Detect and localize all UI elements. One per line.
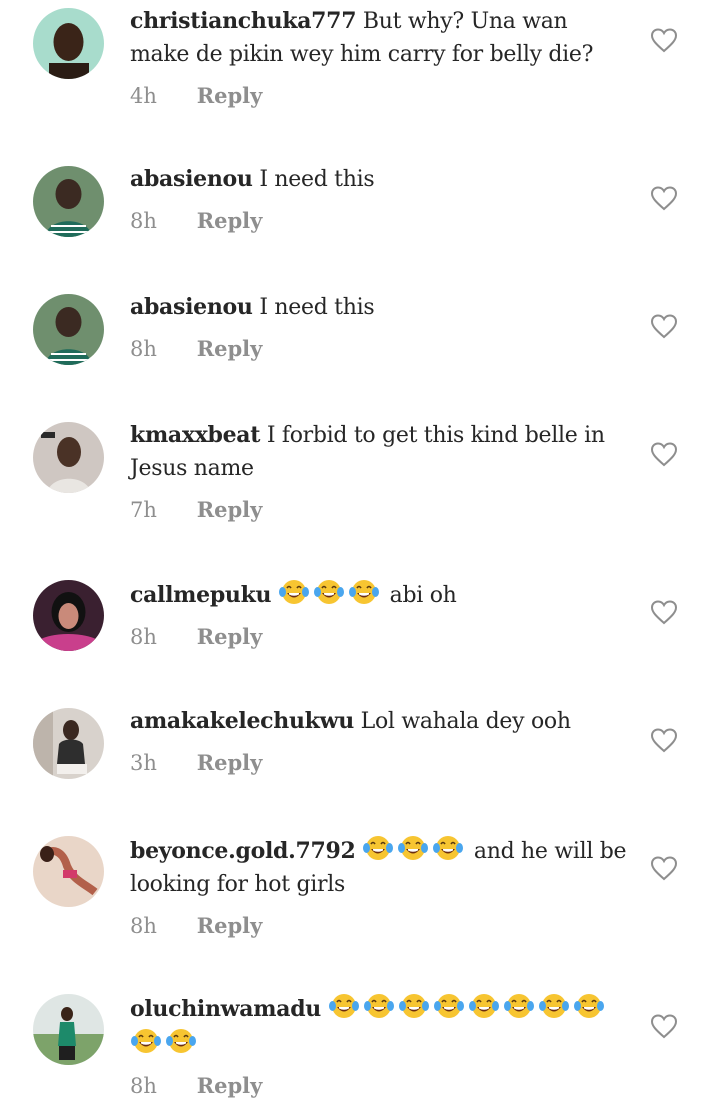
avatar[interactable] — [33, 166, 104, 237]
username-link[interactable]: callmepuku — [130, 582, 272, 608]
comment-text: kmaxxbeat I forbid to get this kind bell… — [130, 419, 630, 485]
comment-meta: 7h Reply — [130, 495, 630, 525]
username-link[interactable]: oluchinwamadu — [130, 996, 321, 1022]
reply-button[interactable]: Reply — [197, 336, 263, 361]
reply-button[interactable]: Reply — [197, 83, 263, 108]
reply-button[interactable]: Reply — [197, 1073, 263, 1098]
comment-meta: 4h Reply — [130, 81, 630, 111]
timestamp: 4h — [130, 84, 157, 108]
comment-text: oluchinwamadu — [130, 991, 630, 1061]
comment-meta: 8h Reply — [130, 622, 630, 652]
comment-body: Lol wahala dey ooh — [360, 709, 571, 734]
emoji-run — [278, 580, 383, 608]
timestamp: 8h — [130, 209, 157, 233]
avatar[interactable] — [33, 708, 104, 779]
username-link[interactable]: amakakelechukwu — [130, 708, 354, 734]
face-with-tears-of-joy-icon — [131, 1029, 161, 1053]
heart-outline-icon[interactable] — [650, 1013, 678, 1039]
face-with-tears-of-joy-icon — [278, 580, 309, 604]
face-with-tears-of-joy-icon — [348, 580, 379, 604]
comment-text: abasienou I need this — [130, 291, 630, 324]
avatar[interactable] — [33, 8, 104, 79]
timestamp: 7h — [130, 498, 157, 522]
comment-meta: 8h Reply — [130, 1071, 630, 1101]
avatar[interactable] — [33, 294, 104, 365]
face-with-tears-of-joy-icon — [313, 580, 344, 604]
avatar[interactable] — [33, 994, 104, 1065]
comment-text: abasienou I need this — [130, 163, 630, 196]
emoji-run — [362, 836, 467, 864]
face-with-tears-of-joy-icon — [433, 836, 464, 860]
face-with-tears-of-joy-icon — [433, 994, 464, 1018]
username-link[interactable]: abasienou — [130, 294, 253, 320]
comment-body: I need this — [259, 295, 375, 320]
face-with-tears-of-joy-icon — [363, 994, 394, 1018]
avatar[interactable] — [33, 836, 104, 907]
heart-outline-icon[interactable] — [650, 855, 678, 881]
comment-meta: 8h Reply — [130, 334, 630, 364]
timestamp: 8h — [130, 914, 157, 938]
reply-button[interactable]: Reply — [197, 497, 263, 522]
heart-outline-icon[interactable] — [650, 27, 678, 53]
avatar[interactable] — [33, 422, 104, 493]
reply-button[interactable]: Reply — [197, 913, 263, 938]
reply-button[interactable]: Reply — [197, 624, 263, 649]
heart-outline-icon[interactable] — [650, 313, 678, 339]
face-with-tears-of-joy-icon — [398, 994, 429, 1018]
face-with-tears-of-joy-icon — [573, 994, 604, 1018]
comment-body: I need this — [259, 167, 375, 192]
heart-outline-icon[interactable] — [650, 599, 678, 625]
heart-outline-icon[interactable] — [650, 185, 678, 211]
reply-button[interactable]: Reply — [197, 208, 263, 233]
avatar[interactable] — [33, 580, 104, 651]
comment-meta: 8h Reply — [130, 206, 630, 236]
comment-text: beyonce.gold.7792 and he will be looking… — [130, 833, 630, 901]
heart-outline-icon[interactable] — [650, 727, 678, 753]
timestamp: 3h — [130, 751, 157, 775]
comment-text: amakakelechukwu Lol wahala dey ooh — [130, 705, 630, 738]
comment-body: abi oh — [389, 583, 457, 608]
username-link[interactable]: christianchuka777 — [130, 8, 357, 34]
face-with-tears-of-joy-icon — [538, 994, 569, 1018]
reply-button[interactable]: Reply — [197, 750, 263, 775]
timestamp: 8h — [130, 625, 157, 649]
face-with-tears-of-joy-icon — [363, 836, 394, 860]
username-link[interactable]: kmaxxbeat — [130, 422, 260, 448]
comment-text: callmepuku abi oh — [130, 577, 630, 612]
username-link[interactable]: beyonce.gold.7792 — [130, 838, 356, 864]
comment-meta: 3h Reply — [130, 748, 630, 778]
comment-text: christianchuka777 But why? Una wan make … — [130, 5, 630, 71]
timestamp: 8h — [130, 337, 157, 361]
face-with-tears-of-joy-icon — [468, 994, 499, 1018]
face-with-tears-of-joy-icon — [166, 1029, 196, 1053]
heart-outline-icon[interactable] — [650, 441, 678, 467]
face-with-tears-of-joy-icon — [398, 836, 429, 860]
face-with-tears-of-joy-icon — [328, 994, 359, 1018]
face-with-tears-of-joy-icon — [503, 994, 534, 1018]
comment-meta: 8h Reply — [130, 911, 630, 941]
username-link[interactable]: abasienou — [130, 166, 253, 192]
timestamp: 8h — [130, 1074, 157, 1098]
